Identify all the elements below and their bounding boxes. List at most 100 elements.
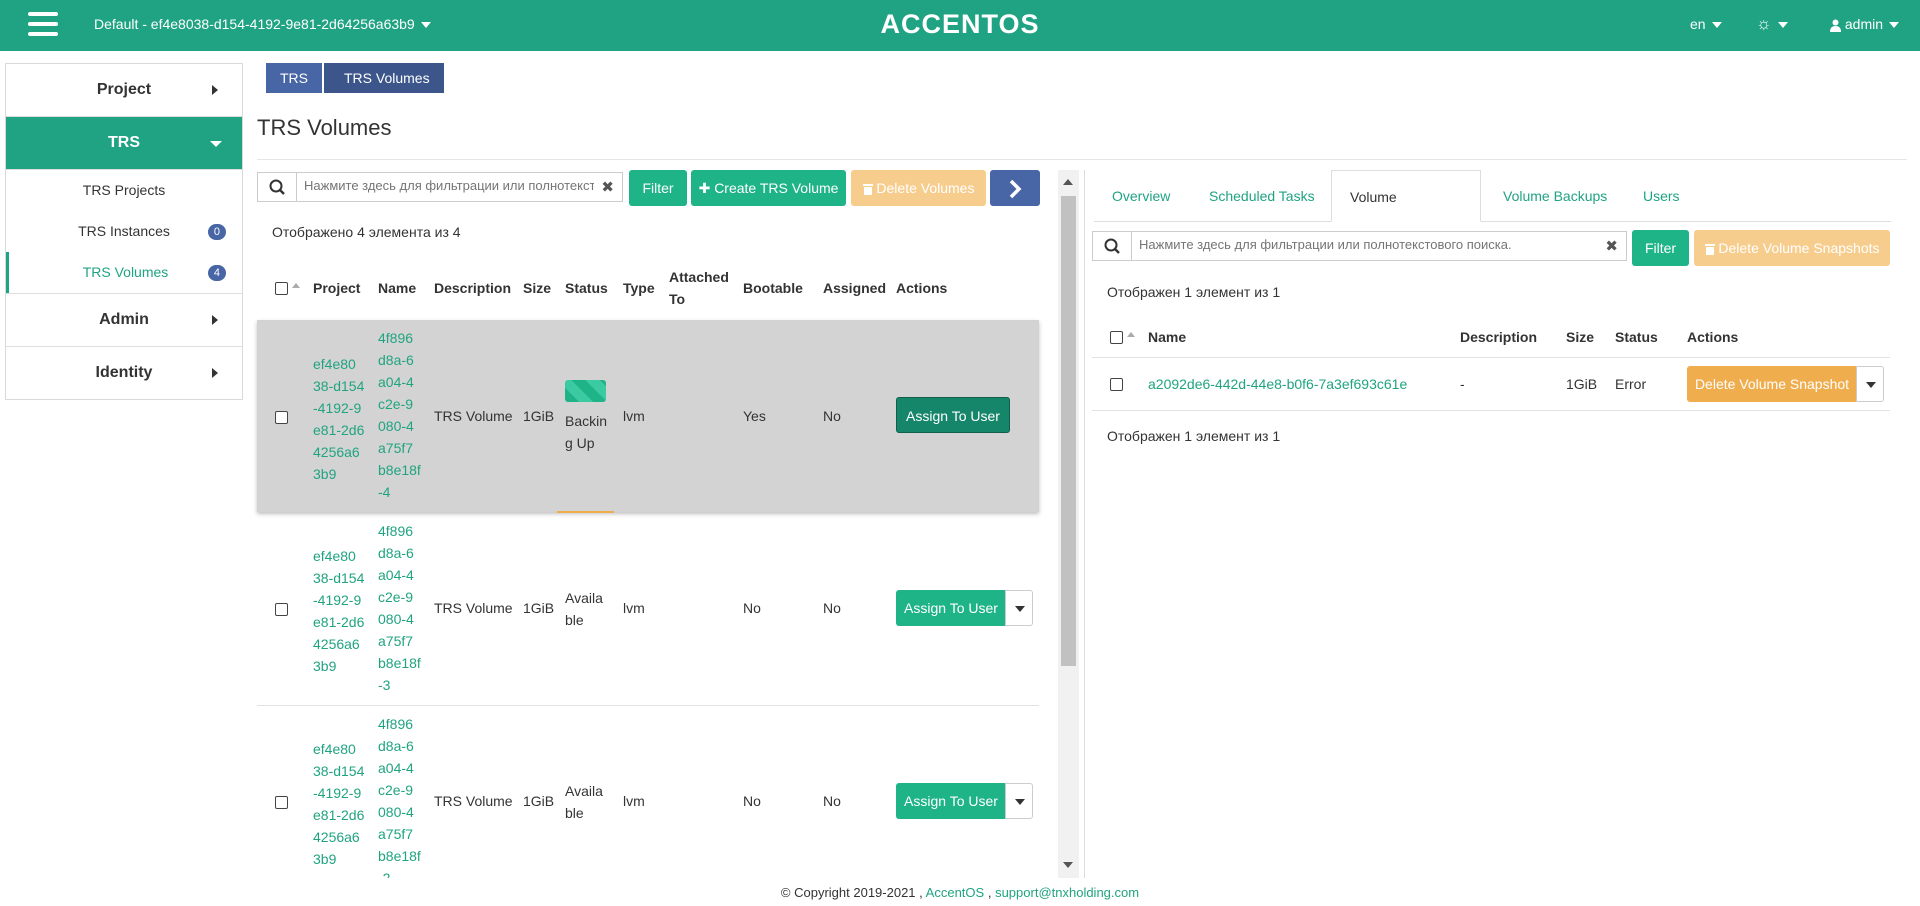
clear-icon[interactable]: ✖: [1605, 237, 1618, 255]
col-description[interactable]: Description: [434, 280, 511, 296]
row-actions-dropdown[interactable]: [1005, 783, 1033, 819]
breadcrumb-trs-volumes[interactable]: TRS Volumes: [324, 63, 444, 93]
text-line: ef4e80: [313, 548, 356, 564]
col-status[interactable]: Status: [1615, 329, 1658, 345]
col-size[interactable]: Size: [1566, 329, 1594, 345]
row-size: 1GiB: [523, 408, 555, 424]
text-line: -4192-9: [313, 400, 362, 416]
sidebar-item-label: TRS Projects: [82, 182, 166, 198]
breadcrumb-trs[interactable]: TRS: [266, 63, 324, 93]
tab-volume-snapshots[interactable]: Volume Snapshots: [1331, 170, 1481, 257]
sidebar-item-trs-instances[interactable]: TRS Instances 0: [6, 211, 242, 252]
text-line: a04-4: [378, 760, 414, 776]
text-line: 080-4: [378, 418, 414, 434]
col-status[interactable]: Status: [565, 280, 608, 296]
tab-volume-backups[interactable]: Volume Backups: [1503, 170, 1607, 222]
select-all-checkbox[interactable]: [1110, 331, 1123, 344]
col-name[interactable]: Name: [1148, 329, 1186, 345]
language-selector[interactable]: en: [1690, 16, 1722, 32]
row-project-link[interactable]: ef4e80 38-d154 -4192-9 e81-2d6 4256a6 3b…: [313, 353, 364, 485]
create-trs-volume-label: Create TRS Volume: [714, 180, 839, 196]
col-project[interactable]: Project: [313, 280, 360, 296]
items-count: Отображено 4 элемента из 4: [272, 224, 461, 240]
sort-icon[interactable]: [1127, 332, 1135, 337]
volumes-search-input[interactable]: [302, 177, 596, 194]
col-assigned[interactable]: Assigned: [823, 280, 886, 296]
user-menu[interactable]: admin: [1830, 16, 1900, 32]
sidebar-item-trs-projects[interactable]: TRS Projects: [6, 170, 242, 211]
search-icon[interactable]: [1093, 232, 1132, 260]
scrollbar-thumb[interactable]: [1061, 196, 1076, 666]
sidebar-item-identity[interactable]: Identity: [6, 347, 242, 399]
menu-icon[interactable]: [28, 12, 58, 38]
status-underline: [557, 511, 614, 513]
row-project-link[interactable]: ef4e80 38-d154 -4192-9 e81-2d6 4256a6 3b…: [313, 738, 364, 870]
snapshots-search-input[interactable]: [1137, 236, 1601, 253]
row-bootable: No: [743, 793, 761, 809]
select-all-checkbox[interactable]: [275, 282, 288, 295]
text-line: ef4e80: [313, 741, 356, 757]
tab-overview[interactable]: Overview: [1112, 170, 1170, 222]
tab-scheduled-tasks[interactable]: Scheduled Tasks: [1209, 170, 1315, 222]
clear-icon[interactable]: ✖: [601, 178, 614, 196]
text-line: b8e18f: [378, 655, 421, 671]
accentos-link[interactable]: AccentOS: [926, 885, 985, 900]
row-name-link[interactable]: 4f896 d8a-6 a04-4 c2e-9 080-4 a75f7 b8e1…: [378, 520, 421, 696]
scroll-down-icon[interactable]: [1063, 862, 1073, 868]
snapshot-name-link[interactable]: a2092de6-442d-44e8-b0f6-7a3ef693c61e: [1148, 376, 1407, 392]
sidebar-item-project[interactable]: Project: [6, 64, 242, 117]
snapshot-actions-dropdown[interactable]: [1856, 366, 1884, 402]
page-title: TRS Volumes: [257, 115, 392, 140]
count-badge: 0: [207, 224, 226, 240]
assign-to-user-button[interactable]: Assign To User: [896, 590, 1006, 626]
row-status: Availa ble: [565, 587, 603, 631]
col-description[interactable]: Description: [1460, 329, 1537, 345]
sidebar-item-trs[interactable]: TRS: [6, 117, 242, 170]
col-attached-to-line1[interactable]: Attached: [669, 269, 729, 285]
delete-volumes-label: Delete Volumes: [876, 180, 975, 196]
search-icon[interactable]: [258, 173, 297, 201]
caret-down-icon: [1015, 606, 1025, 612]
col-bootable[interactable]: Bootable: [743, 280, 803, 296]
row-project-link[interactable]: ef4e80 38-d154 -4192-9 e81-2d6 4256a6 3b…: [313, 545, 364, 677]
row-checkbox[interactable]: [1110, 378, 1123, 391]
delete-volume-snapshot-button[interactable]: Delete Volume Snapshot: [1687, 366, 1857, 402]
sort-icon[interactable]: [292, 283, 300, 288]
row-checkbox[interactable]: [275, 796, 288, 809]
chevron-right-icon: [212, 315, 218, 325]
text-line: e81-2d6: [313, 807, 365, 823]
text-line: a04-4: [378, 567, 414, 583]
delete-volumes-button[interactable]: Delete Volumes: [851, 170, 986, 206]
col-name[interactable]: Name: [378, 280, 416, 296]
filter-button[interactable]: Filter: [629, 170, 687, 206]
row-actions-dropdown[interactable]: [1005, 590, 1033, 626]
row-type: lvm: [623, 600, 645, 616]
row-description: TRS Volume: [434, 408, 513, 424]
col-size[interactable]: Size: [523, 280, 551, 296]
tab-users[interactable]: Users: [1643, 170, 1680, 222]
text-line: d8a-6: [378, 545, 414, 561]
col-type[interactable]: Type: [623, 280, 655, 296]
row-checkbox[interactable]: [275, 411, 288, 424]
support-email-link[interactable]: support@tnxholding.com: [995, 885, 1139, 900]
sidebar-item-admin[interactable]: Admin: [6, 294, 242, 347]
filter-button[interactable]: Filter: [1632, 230, 1689, 266]
scroll-up-icon[interactable]: [1063, 179, 1073, 185]
next-actions-button[interactable]: [990, 170, 1040, 206]
row-name-link[interactable]: 4f896 d8a-6 a04-4 c2e-9 080-4 a75f7 b8e1…: [378, 327, 421, 503]
assign-to-user-button[interactable]: Assign To User: [896, 397, 1010, 433]
create-trs-volume-button[interactable]: ✚ Create TRS Volume: [691, 170, 846, 206]
row-checkbox[interactable]: [275, 603, 288, 616]
footer-separator: ,: [987, 885, 992, 900]
delete-volume-snapshots-button[interactable]: Delete Volume Snapshots: [1694, 230, 1890, 266]
col-attached-to-line2[interactable]: To: [669, 291, 685, 307]
row-size: 1GiB: [523, 793, 555, 809]
sidebar-item-trs-volumes[interactable]: TRS Volumes 4: [6, 252, 242, 293]
text-line: 3b9: [313, 851, 337, 867]
row-name-link[interactable]: 4f896 d8a-6 a04-4 c2e-9 080-4 a75f7 b8e1…: [378, 713, 421, 878]
text-line: ble: [565, 805, 584, 821]
project-selector[interactable]: Default - ef4e8038-d154-4192-9e81-2d6425…: [94, 16, 431, 32]
progress-bar: [565, 380, 606, 402]
theme-selector[interactable]: ☼: [1756, 14, 1788, 34]
assign-to-user-button[interactable]: Assign To User: [896, 783, 1006, 819]
